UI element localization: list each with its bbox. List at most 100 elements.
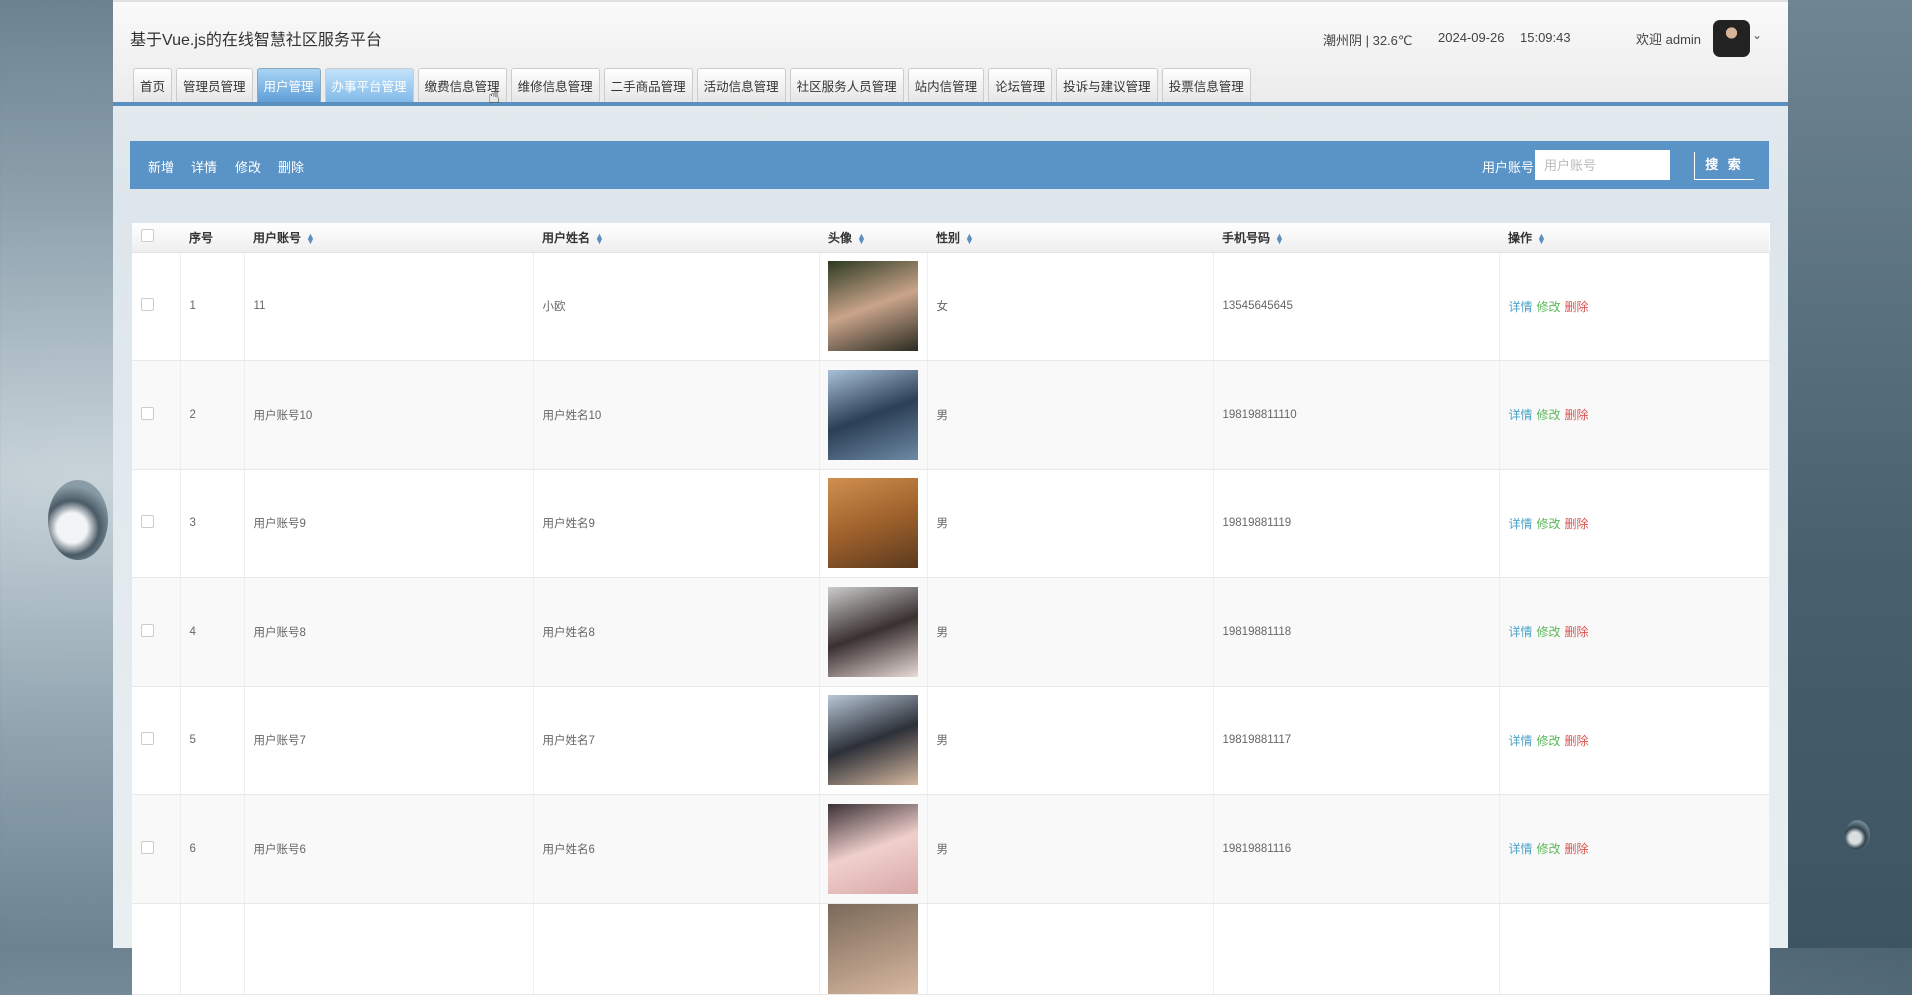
sort-icon[interactable]: ▲ ▼ <box>965 231 974 245</box>
row-checkbox[interactable] <box>141 840 154 854</box>
cell-name: 用户姓名9 <box>533 469 820 578</box>
cell-gender <box>927 903 1214 995</box>
weather: 潮州阴 | 32.6℃ <box>1323 33 1413 48</box>
cell-no: 1 <box>180 252 245 361</box>
detail-button[interactable]: 详情 <box>191 157 217 176</box>
table-row <box>132 903 1770 995</box>
edit-link[interactable]: 修改 <box>1537 517 1561 531</box>
delete-link[interactable]: 删除 <box>1565 300 1589 314</box>
column-header[interactable]: 性别 ▲ ▼ <box>927 223 1213 253</box>
time: 15:09:43 <box>1520 30 1571 45</box>
cell-account: 11 <box>244 252 534 361</box>
tab-12[interactable]: 投票信息管理 <box>1161 68 1251 104</box>
avatar-image <box>827 695 918 786</box>
tab-1[interactable]: 管理员管理 <box>176 68 253 104</box>
edit-button[interactable]: 修改 <box>235 157 261 176</box>
cell-no: 5 <box>180 686 245 795</box>
nav-tabs: 首页 管理员管理 用户管理 办事平台管理 缴费信息管理 维修信息管理 二手商品管理 活动信息管… <box>133 68 1251 104</box>
column-header[interactable]: 操作 ▲ ▼ <box>1499 223 1769 253</box>
cell-gender: 男 <box>927 469 1214 578</box>
cell-phone: 19819881116 <box>1213 794 1500 904</box>
add-button[interactable]: 新增 <box>148 157 174 176</box>
actions-cell <box>1499 903 1770 995</box>
row-checkbox[interactable] <box>141 623 154 637</box>
user-avatar[interactable] <box>1713 20 1750 57</box>
detail-link[interactable]: 详情 <box>1509 300 1533 314</box>
detail-link[interactable]: 详情 <box>1509 842 1533 856</box>
actions-cell: 详情 修改 删除 <box>1499 577 1770 687</box>
row-checkbox[interactable] <box>141 298 154 312</box>
edit-link[interactable]: 修改 <box>1537 625 1561 639</box>
avatar-image <box>827 803 918 894</box>
column-header[interactable]: 头像 ▲ ▼ <box>819 223 927 253</box>
avatar-cell <box>819 252 928 361</box>
sort-icon[interactable]: ▲ ▼ <box>857 231 866 245</box>
sort-icon[interactable]: ▲ ▼ <box>1275 231 1284 245</box>
edit-link[interactable]: 修改 <box>1537 300 1561 314</box>
delete-button[interactable]: 删除 <box>278 157 304 176</box>
checkbox-cell <box>132 686 181 795</box>
table-row: 2 用户账号10 用户姓名10 男 198198811110 详情 修改 删除 <box>132 360 1770 470</box>
cell-account: 用户账号10 <box>244 360 534 470</box>
detail-link[interactable]: 详情 <box>1509 734 1533 748</box>
avatar-cell <box>819 794 928 904</box>
column-header[interactable]: 用户姓名 ▲ ▼ <box>533 223 819 253</box>
delete-link[interactable]: 删除 <box>1565 408 1589 422</box>
row-checkbox[interactable] <box>141 406 154 420</box>
column-header[interactable]: 用户账号 ▲ ▼ <box>244 223 533 253</box>
tab-5[interactable]: 维修信息管理 <box>510 68 600 104</box>
column-header-label: 操作 <box>1508 230 1533 245</box>
delete-link[interactable]: 删除 <box>1565 842 1589 856</box>
edit-link[interactable]: 修改 <box>1537 408 1561 422</box>
search-input[interactable] <box>1535 150 1670 180</box>
tab-7[interactable]: 活动信息管理 <box>696 68 786 104</box>
column-header[interactable]: 手机号码 ▲ ▼ <box>1213 223 1499 253</box>
column-header-label: 用户姓名 <box>542 230 591 245</box>
column-header-label: 序号 <box>189 230 214 245</box>
avatar-cell <box>819 686 928 795</box>
checkbox-cell <box>132 577 181 687</box>
cell-name: 用户姓名7 <box>533 686 820 795</box>
hand-cursor-icon: ☝ <box>488 86 501 108</box>
cell-gender: 男 <box>927 360 1214 470</box>
cell-name: 用户姓名8 <box>533 577 820 687</box>
delete-link[interactable]: 删除 <box>1565 625 1589 639</box>
cell-name <box>533 903 820 995</box>
cell-account: 用户账号7 <box>244 686 534 795</box>
chevron-down-icon[interactable]: ⌄ <box>1752 28 1762 42</box>
edit-link[interactable]: 修改 <box>1537 734 1561 748</box>
delete-link[interactable]: 删除 <box>1565 734 1589 748</box>
sort-icon[interactable]: ▲ ▼ <box>595 231 604 245</box>
cell-account <box>244 903 534 995</box>
detail-link[interactable]: 详情 <box>1509 517 1533 531</box>
table-row: 3 用户账号9 用户姓名9 男 19819881119 详情 修改 删除 <box>132 469 1770 578</box>
select-all-checkbox[interactable] <box>141 229 154 243</box>
cell-no: 3 <box>180 469 245 578</box>
detail-link[interactable]: 详情 <box>1509 625 1533 639</box>
tab-3[interactable]: 办事平台管理 <box>324 68 414 104</box>
tab-10[interactable]: 论坛管理 <box>988 68 1053 104</box>
cell-no: 2 <box>180 360 245 470</box>
delete-link[interactable]: 删除 <box>1565 517 1589 531</box>
raindrop <box>1845 820 1870 850</box>
row-checkbox[interactable] <box>141 732 154 746</box>
tab-2[interactable]: 用户管理 <box>256 68 321 104</box>
cell-account: 用户账号6 <box>244 794 534 904</box>
tab-8[interactable]: 社区服务人员管理 <box>789 68 904 104</box>
detail-link[interactable]: 详情 <box>1509 408 1533 422</box>
user-table: 序号 用户账号 ▲ ▼ 用户姓名 ▲ ▼ 头像 ▲ ▼ 性别 ▲ ▼ 手机号码 ▲ ▼ 操作 ▲ ▼ 1 11 小欧女 1… <box>132 223 1770 995</box>
sort-icon[interactable]: ▲ ▼ <box>1537 231 1546 245</box>
row-checkbox[interactable] <box>141 515 154 529</box>
search-button[interactable]: 搜 索 <box>1694 152 1754 180</box>
column-header-label: 用户账号 <box>253 230 302 245</box>
table-row: 1 11 小欧女 13545645645 详情 修改 删除 <box>132 252 1770 361</box>
search-label: 用户账号: <box>1482 160 1538 175</box>
tab-0[interactable]: 首页 <box>133 68 173 104</box>
avatar-cell <box>819 360 928 470</box>
tab-6[interactable]: 二手商品管理 <box>603 68 693 104</box>
edit-link[interactable]: 修改 <box>1537 842 1561 856</box>
tab-11[interactable]: 投诉与建议管理 <box>1056 68 1158 104</box>
column-header[interactable]: 序号 <box>180 223 244 253</box>
sort-icon[interactable]: ▲ ▼ <box>306 231 315 245</box>
tab-9[interactable]: 站内信管理 <box>907 68 985 104</box>
